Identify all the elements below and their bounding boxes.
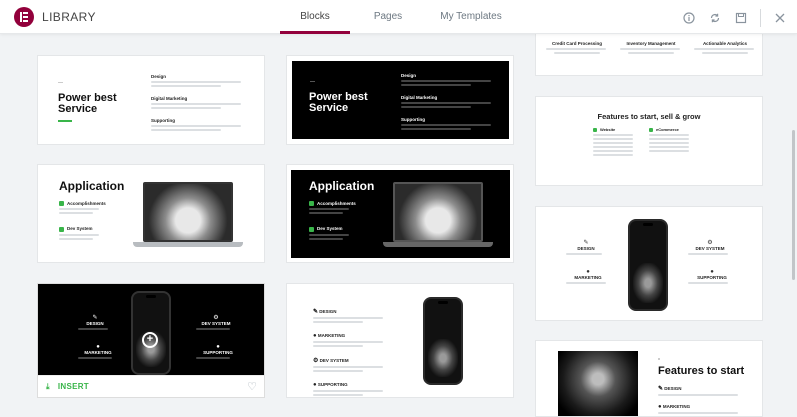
download-icon: ⤓ — [46, 382, 50, 391]
list-item: Dev System — [317, 226, 343, 232]
features-start-title: Features to start — [658, 365, 745, 377]
feature-item: MARKETING — [317, 333, 346, 338]
service-list: Design Digital Marketing Supporting — [151, 74, 251, 131]
check-icon — [309, 226, 314, 232]
column-heading: eCommerce — [656, 127, 679, 132]
tab-pages[interactable]: Pages — [350, 0, 426, 34]
template-card-features-grow[interactable]: Features to start, sell & grow Website e… — [535, 96, 763, 186]
library-title: LIBRARY — [42, 10, 96, 24]
feature-item: DEV SYSTEM — [695, 246, 725, 251]
heart-icon[interactable]: ♡ — [247, 380, 257, 393]
feature-item: SUPPORTING — [203, 350, 233, 355]
close-icon[interactable] — [773, 11, 787, 25]
feature-item: MARKETING — [662, 404, 691, 409]
column-heading: Website — [600, 127, 616, 132]
feature-item: MARKETING — [84, 350, 112, 355]
zoom-icon[interactable]: + — [142, 332, 158, 348]
feature-image — [558, 351, 638, 416]
header-divider — [760, 9, 761, 27]
template-card-top-features[interactable]: Credit Card Processing Inventory Managem… — [535, 28, 763, 76]
list-item: Supporting — [401, 117, 425, 122]
phone-image — [423, 297, 463, 385]
list-item: Supporting — [151, 118, 175, 123]
feature-item: DESIGN — [664, 386, 682, 391]
application-list: Accomplishments Dev System — [309, 201, 389, 240]
template-card-service-light[interactable]: Power best Service Design Digital Market… — [37, 55, 265, 145]
laptop-image — [133, 182, 243, 252]
check-icon — [59, 201, 64, 207]
phone-image — [628, 219, 668, 311]
feature-item: DEV SYSTEM — [201, 321, 231, 326]
service-title-line2: Service — [309, 102, 349, 114]
features-grow-title: Features to start, sell & grow — [597, 112, 701, 121]
template-card-features-start[interactable]: Features to start ✎ DESIGN ● MARKETING — [535, 340, 763, 417]
feature-item: DESIGN — [86, 321, 104, 326]
template-card-phone-dark[interactable]: ✎ DESIGN ⚙ DEV SYSTEM ● MARKETING ● SUPP… — [37, 283, 265, 398]
insert-label: INSERT — [57, 382, 89, 391]
template-card-service-dark[interactable]: Power best Service Design Digital Market… — [286, 55, 514, 145]
laptop-image — [383, 182, 493, 252]
application-list: Accomplishments Dev System — [59, 201, 139, 240]
library-header: LIBRARY Blocks Pages My Templates — [0, 0, 797, 34]
list-item: Dev System — [67, 226, 93, 232]
sync-icon[interactable] — [708, 11, 722, 25]
template-card-application-dark[interactable]: Application Accomplishments Dev System — [286, 164, 514, 263]
service-title-line2: Service — [58, 103, 98, 115]
info-icon[interactable] — [682, 11, 696, 25]
service-list: Design Digital Marketing Supporting — [401, 73, 501, 130]
elementor-logo-icon — [14, 7, 34, 27]
check-icon — [59, 226, 64, 232]
template-card-phone-light[interactable]: ✎ DESIGN ⚙ DEV SYSTEM ● MARKETING ● SUPP… — [535, 206, 763, 321]
feature-item: DESIGN — [319, 309, 337, 314]
check-icon — [593, 127, 597, 132]
feature-item: Inventory Management — [626, 41, 676, 46]
list-item: Digital Marketing — [151, 96, 188, 101]
save-icon[interactable] — [734, 11, 748, 25]
template-card-phone-list[interactable]: ✎ DESIGN ● MARKETING ⚙ DEV SYSTEM ● SUPP… — [286, 283, 514, 398]
feature-item: DEV SYSTEM — [319, 358, 349, 363]
check-icon — [649, 127, 653, 132]
application-title: Application — [309, 179, 375, 193]
list-item: Accomplishments — [67, 201, 106, 206]
list-item: Design — [151, 74, 167, 79]
insert-button[interactable]: ⤓ INSERT — [46, 382, 89, 392]
list-item: Digital Marketing — [401, 95, 438, 100]
application-title: Application — [59, 179, 125, 193]
feature-item: DESIGN — [577, 246, 595, 251]
scrollbar[interactable] — [792, 130, 795, 280]
list-item: Accomplishments — [317, 201, 356, 206]
list-item: Design — [401, 73, 417, 78]
template-card-application-light[interactable]: Application Accomplishments Dev System — [37, 164, 265, 263]
feature-item: MARKETING — [574, 275, 602, 280]
header-actions — [682, 9, 787, 27]
accent-line — [58, 120, 72, 122]
library-tabs: Blocks Pages My Templates — [280, 0, 516, 34]
feature-list: ✎ DESIGN ● MARKETING ⚙ DEV SYSTEM ● SUPP… — [313, 308, 393, 396]
feature-item: SUPPORTING — [317, 382, 348, 387]
tab-blocks[interactable]: Blocks — [280, 0, 350, 34]
check-icon — [309, 201, 314, 207]
feature-item: Credit Card Processing — [551, 41, 602, 46]
insert-bar: ⤓ INSERT ♡ — [38, 375, 264, 397]
feature-item: SUPPORTING — [697, 275, 727, 280]
tab-my-templates[interactable]: My Templates — [426, 0, 516, 34]
feature-item: Actionable Analytics — [702, 41, 748, 46]
